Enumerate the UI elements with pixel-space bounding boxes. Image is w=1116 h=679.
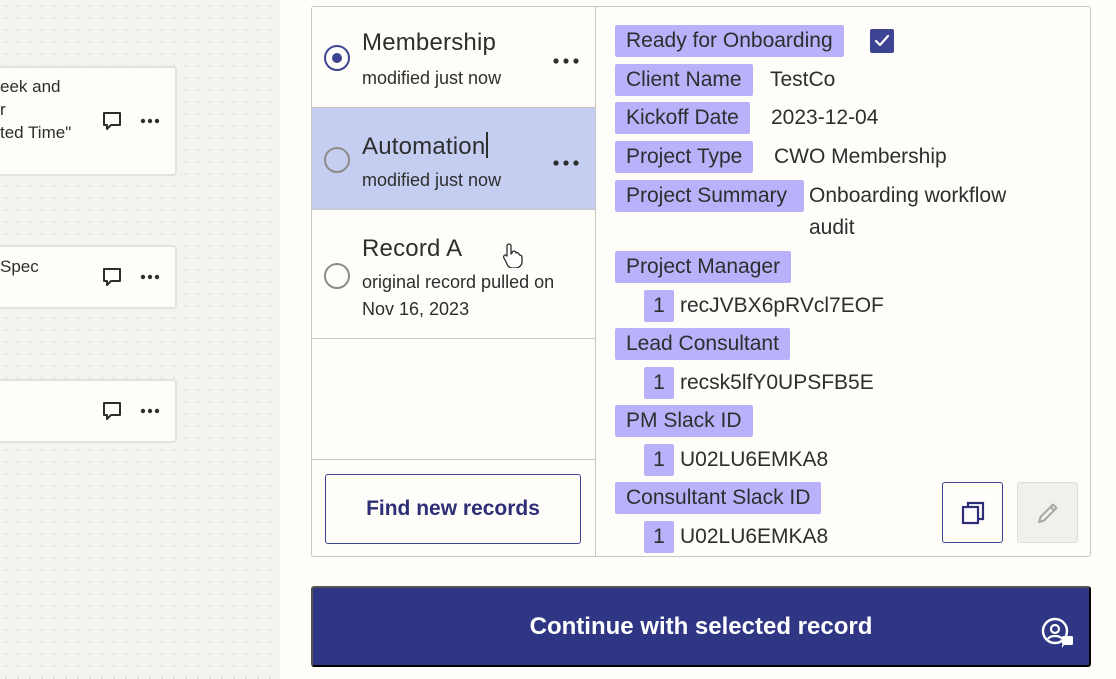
find-new-records-button[interactable]: Find new records: [325, 474, 581, 544]
pencil-icon: [1037, 503, 1057, 523]
field-value-project-summary: Onboarding workflow audit: [809, 184, 1007, 239]
step-card[interactable]: [0, 379, 177, 443]
record-title: Membership: [362, 29, 497, 56]
record-item-record-a[interactable]: Record A original record pulled on Nov 1…: [312, 210, 595, 339]
field-key-ready: Ready for Onboarding: [615, 25, 844, 57]
field-value-pm-slack-id: U02LU6EMKA8: [680, 448, 829, 471]
field-value-client-name: TestCo: [770, 68, 836, 91]
step-card[interactable]: eek and r ted Time": [0, 66, 177, 176]
field-key-pm-slack-id: PM Slack ID: [615, 405, 753, 437]
more-options-icon[interactable]: [139, 110, 161, 132]
linked-count-badge: 1: [644, 367, 674, 399]
help-chat-button[interactable]: [1026, 604, 1088, 660]
record-list: Membership modified just now Automation …: [312, 7, 596, 556]
more-options-icon[interactable]: [139, 400, 161, 422]
text-caret: [486, 132, 488, 158]
edit-button[interactable]: [1017, 482, 1078, 543]
step-card-snippet: eek and r ted Time": [0, 77, 72, 142]
more-options-icon[interactable]: [551, 51, 581, 71]
record-radio[interactable]: [324, 263, 350, 289]
divider: [312, 459, 595, 460]
copy-button[interactable]: [942, 482, 1003, 543]
record-radio[interactable]: [324, 45, 350, 71]
field-key-project-summary: Project Summary: [615, 180, 804, 212]
linked-count-badge: 1: [644, 290, 674, 322]
field-key-consultant-slack-id: Consultant Slack ID: [615, 482, 822, 514]
record-item-membership[interactable]: Membership modified just now: [312, 7, 595, 108]
comment-icon[interactable]: [101, 400, 123, 422]
record-select-panel: Membership modified just now Automation …: [280, 0, 1116, 679]
step-card[interactable]: Spec: [0, 245, 177, 309]
hand-cursor-icon: [502, 243, 523, 268]
field-key-project-manager: Project Manager: [615, 251, 792, 283]
record-details: Ready for Onboarding Client Name TestCo …: [597, 7, 1090, 556]
record-radio[interactable]: [324, 147, 350, 173]
record-item-automation[interactable]: Automation modified just now: [312, 108, 595, 210]
record-title: Automation: [362, 133, 486, 160]
continue-with-selected-record-button[interactable]: Continue with selected record: [311, 586, 1091, 667]
record-picker: Membership modified just now Automation …: [311, 6, 1091, 557]
record-title-editable[interactable]: Automation: [362, 132, 488, 161]
field-key-lead-consultant: Lead Consultant: [615, 328, 790, 360]
field-value-consultant-slack-id: U02LU6EMKA8: [680, 525, 829, 548]
comment-icon[interactable]: [101, 266, 123, 288]
field-value-project-manager: recJVBX6pRVcl7EOF: [680, 294, 884, 317]
support-icon: [1041, 617, 1073, 648]
field-key-project-type: Project Type: [615, 141, 754, 173]
more-options-icon[interactable]: [139, 266, 161, 288]
step-card-snippet: Spec: [0, 257, 39, 276]
field-value-project-type: CWO Membership: [774, 145, 947, 168]
record-title: Record A: [362, 235, 463, 262]
field-value-lead-consultant: recsk5lfY0UPSFB5E: [680, 371, 874, 394]
linked-count-badge: 1: [644, 444, 674, 476]
editor-canvas: eek and r ted Time" Spec: [0, 0, 280, 679]
field-key-kickoff-date: Kickoff Date: [615, 102, 750, 134]
more-options-icon[interactable]: [551, 153, 581, 173]
comment-icon[interactable]: [101, 110, 123, 132]
copy-icon: [961, 501, 984, 524]
record-subtitle: original record pulled on Nov 16, 2023: [362, 272, 555, 319]
field-value-kickoff-date: 2023-12-04: [771, 106, 879, 129]
linked-count-badge: 1: [644, 521, 674, 553]
field-key-client-name: Client Name: [615, 64, 753, 96]
checkbox-checked-icon: [870, 29, 894, 53]
